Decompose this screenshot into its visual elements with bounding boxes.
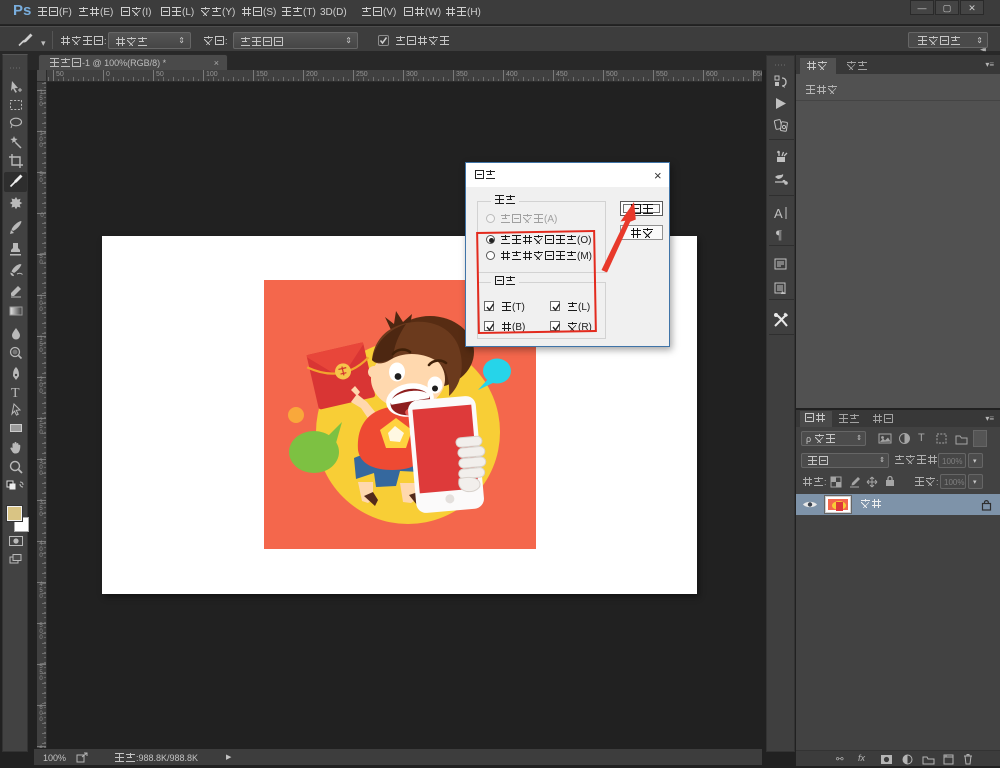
svg-text:¶: ¶ bbox=[776, 227, 782, 242]
svg-text:T: T bbox=[11, 386, 20, 400]
svg-text:A: A bbox=[774, 206, 783, 221]
